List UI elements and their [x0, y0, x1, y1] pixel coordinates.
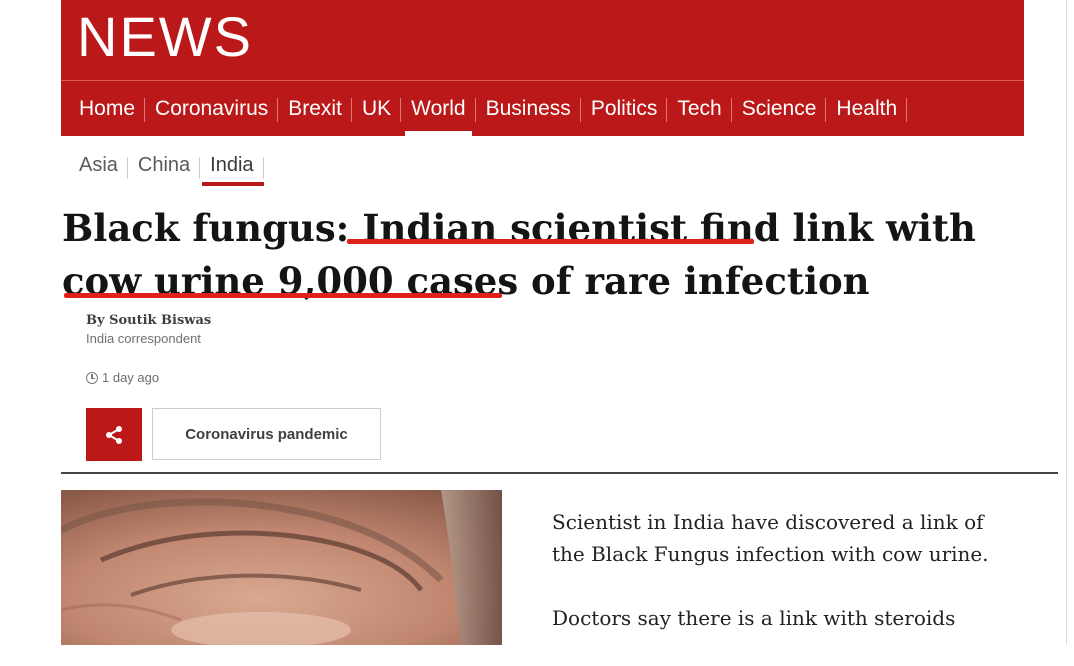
annotation-underline-2	[64, 293, 502, 298]
timestamp-text: 1 day ago	[102, 370, 160, 385]
clock-icon	[86, 371, 98, 384]
nav-item-home[interactable]: Home	[61, 82, 146, 132]
timestamp: 1 day ago	[86, 370, 159, 385]
headline-part: of rare infection	[518, 259, 870, 303]
share-button[interactable]	[86, 408, 142, 461]
nav-item-politics[interactable]: Politics	[581, 82, 668, 132]
share-icon	[106, 425, 122, 444]
nav-item-brexit[interactable]: Brexit	[278, 82, 352, 132]
main-nav: Home Coronavirus Brexit UK World Busines…	[61, 82, 907, 136]
nav-item-coronavirus[interactable]: Coronavirus	[145, 82, 279, 132]
news-logo[interactable]: NEWS	[77, 6, 253, 68]
subnav-item-asia[interactable]: Asia	[61, 154, 128, 179]
sub-nav: Asia China India	[61, 150, 264, 186]
topic-tag-button[interactable]: Coronavirus pandemic	[152, 408, 381, 460]
nav-item-uk[interactable]: UK	[352, 82, 402, 132]
nav-divider	[61, 80, 1024, 81]
body-paragraph: Doctors say there is a link with steroid…	[552, 606, 956, 630]
nav-item-health[interactable]: Health	[826, 82, 907, 132]
eye-closeup-image	[61, 490, 502, 645]
nav-item-tech[interactable]: Tech	[667, 82, 733, 132]
site-header: NEWS Home Coronavirus Brexit UK World Bu…	[61, 0, 1024, 136]
nav-item-science[interactable]: Science	[732, 82, 827, 132]
subnav-item-china[interactable]: China	[128, 154, 201, 179]
subnav-item-india[interactable]: India	[200, 154, 264, 186]
annotation-underline-1	[347, 239, 754, 244]
article-body: Scientist in India have discovered a lin…	[552, 506, 1022, 666]
nav-item-business[interactable]: Business	[476, 82, 582, 132]
author-name: By Soutik Biswas	[86, 313, 212, 328]
nav-item-world[interactable]: World	[401, 82, 477, 136]
page-edge	[1066, 0, 1067, 645]
headline-part: Black fungus:	[62, 206, 363, 250]
body-paragraph: Scientist in India have discovered a lin…	[552, 510, 989, 566]
article-photo	[61, 490, 502, 645]
section-divider	[61, 472, 1058, 474]
byline: By Soutik Biswas India correspondent	[86, 313, 211, 346]
headline-part: link with	[779, 206, 976, 250]
author-role: India correspondent	[86, 331, 201, 346]
